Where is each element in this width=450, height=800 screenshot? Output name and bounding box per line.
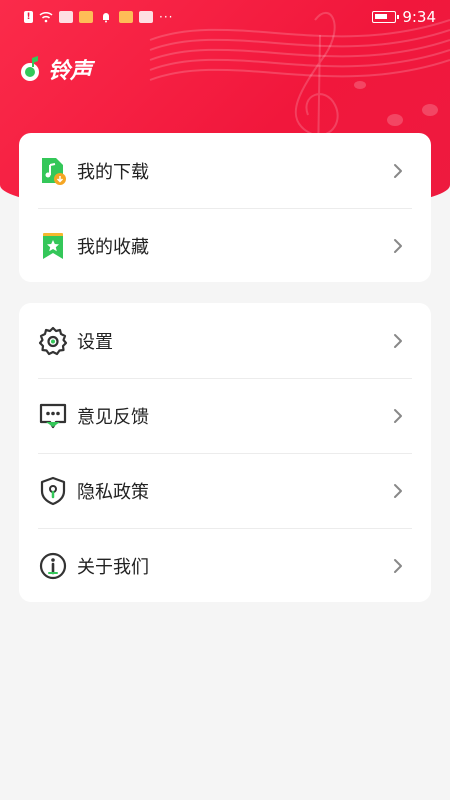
bookmark-star-icon — [38, 231, 68, 261]
chevron-right-icon — [391, 556, 405, 576]
menu-item-label: 设置 — [77, 331, 113, 353]
menu-item-label: 意见反馈 — [77, 406, 149, 428]
info-icon — [38, 551, 68, 581]
chevron-right-icon — [391, 331, 405, 351]
battery-icon — [372, 11, 400, 23]
battery-level — [375, 14, 388, 19]
chevron-right-icon — [391, 406, 405, 426]
mute-icon — [103, 13, 109, 23]
weibo-icon — [119, 11, 133, 23]
menu-card-general: 设置 意见反馈 隐私政策 关于我们 — [19, 303, 431, 602]
menu-item-downloads[interactable]: 我的下载 — [19, 133, 431, 208]
app-title: 铃声 — [48, 59, 93, 84]
menu-item-favorites[interactable]: 我的收藏 — [19, 208, 431, 283]
music-note-logo-icon — [21, 56, 39, 81]
menu-card-personal: 我的下载 我的收藏 — [19, 133, 431, 282]
feedback-icon — [38, 401, 68, 431]
app-brand: 铃声 — [18, 53, 92, 85]
menu-item-feedback[interactable]: 意见反馈 — [19, 378, 431, 453]
app-icon — [139, 11, 153, 23]
chevron-right-icon — [391, 481, 405, 501]
chevron-right-icon — [391, 161, 405, 181]
weibo-icon — [79, 11, 93, 23]
shield-icon — [38, 476, 68, 506]
sim-alert-icon: ! — [24, 11, 33, 23]
menu-item-about[interactable]: 关于我们 — [19, 528, 431, 603]
menu-item-label: 关于我们 — [77, 556, 149, 578]
menu-item-label: 我的下载 — [77, 161, 149, 183]
status-bar: ! ··· 9:34 — [0, 0, 450, 34]
wifi-icon — [39, 11, 53, 23]
chevron-right-icon — [391, 236, 405, 256]
gear-icon — [38, 326, 68, 356]
download-music-icon — [38, 156, 68, 186]
menu-item-label: 我的收藏 — [77, 236, 149, 258]
menu-item-settings[interactable]: 设置 — [19, 303, 431, 378]
menu-item-privacy[interactable]: 隐私政策 — [19, 453, 431, 528]
status-time: 9:34 — [402, 8, 436, 26]
more-dots-icon: ··· — [159, 10, 174, 24]
menu-item-label: 隐私政策 — [77, 481, 149, 503]
app-icon — [59, 11, 73, 23]
